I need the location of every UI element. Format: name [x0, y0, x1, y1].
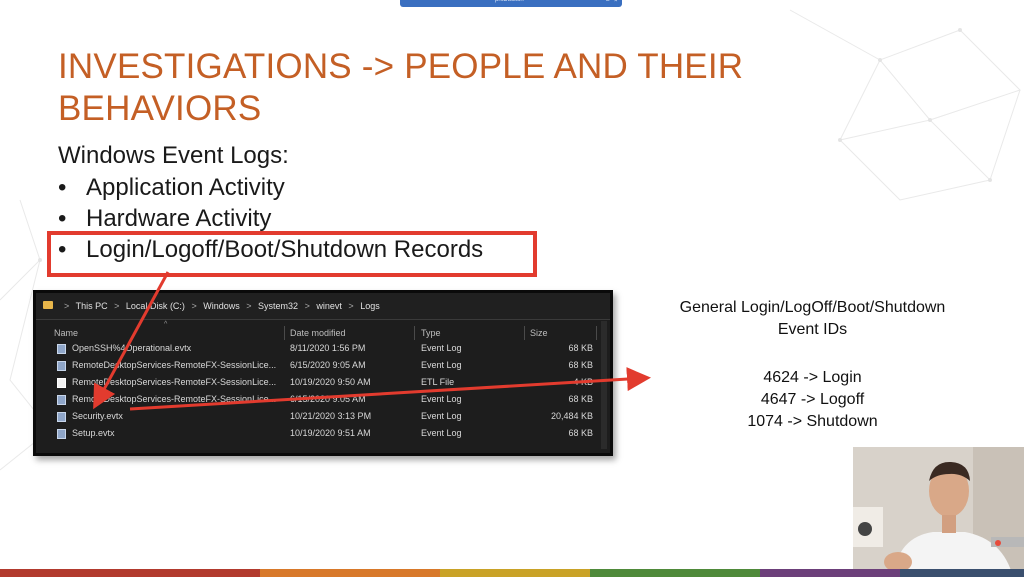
event-id-item: 4647 -> Logoff [760, 391, 865, 408]
evtx-file-icon [57, 395, 66, 405]
column-header-type[interactable]: Type [421, 328, 441, 338]
event-id-item: 4624 -> Login [763, 369, 862, 386]
etl-file-icon [57, 378, 66, 388]
address-bar[interactable]: > This PC > Local Disk (C:) > Windows > … [36, 293, 610, 320]
slide-title-line1: INVESTIGATIONS -> PEOPLE AND THEIR [58, 47, 744, 86]
evtx-file-icon [57, 429, 66, 439]
toolbar-title: prsDuction [495, 0, 524, 3]
minimize-icon[interactable]: – [606, 0, 612, 4]
evtx-file-icon [57, 361, 66, 371]
presenter-webcam [853, 447, 1024, 577]
presenter-image [853, 447, 1024, 577]
bottom-color-bar [0, 569, 1024, 577]
bullet-item: • Hardware Activity [58, 205, 272, 232]
column-header-name[interactable]: Name [54, 328, 78, 338]
breadcrumb-item[interactable]: Windows [203, 301, 240, 311]
presenter-toolbar: prsDuction – × [400, 0, 622, 7]
close-icon[interactable]: × [614, 0, 620, 4]
event-ids-heading: General Login/LogOff/Boot/Shutdown Event… [679, 299, 946, 338]
file-row[interactable]: RemoteDesktopServices-RemoteFX-SessionLi… [36, 375, 610, 391]
breadcrumb-item[interactable]: winevt [316, 301, 342, 311]
evtx-file-icon [57, 412, 66, 422]
file-row[interactable]: RemoteDesktopServices-RemoteFX-SessionLi… [36, 392, 610, 408]
file-row[interactable]: RemoteDesktopServices-RemoteFX-SessionLi… [36, 358, 610, 374]
slide-title-line2: BEHAVIORS [58, 89, 262, 128]
breadcrumb-item[interactable]: Logs [360, 301, 380, 311]
subheading: Windows Event Logs: [58, 142, 289, 169]
event-id-list: 4624 -> Login 4647 -> Logoff 1074 -> Shu… [650, 367, 975, 433]
file-row[interactable]: OpenSSH%4Operational.evtx 8/11/2020 1:56… [36, 341, 610, 357]
breadcrumb-item[interactable]: Local Disk (C:) [126, 301, 185, 311]
slide-title: INVESTIGATIONS -> PEOPLE AND THEIR BEHAV… [58, 46, 818, 130]
file-explorer-window: > This PC > Local Disk (C:) > Windows > … [33, 290, 613, 456]
breadcrumb-item[interactable]: System32 [258, 301, 298, 311]
folder-icon [43, 301, 53, 309]
breadcrumb: > This PC > Local Disk (C:) > Windows > … [64, 301, 380, 311]
sort-caret-icon: ^ [164, 321, 168, 328]
highlight-box [47, 231, 537, 277]
bullet-item: • Application Activity [58, 174, 285, 201]
file-row-security[interactable]: Security.evtx 10/21/2020 3:13 PM Event L… [36, 409, 610, 425]
file-row[interactable]: Setup.evtx 10/19/2020 9:51 AM Event Log … [36, 426, 610, 442]
evtx-file-icon [57, 344, 66, 354]
column-header-row: ^ Name Date modified Type Size [36, 321, 610, 340]
breadcrumb-item[interactable]: This PC [76, 301, 108, 311]
column-header-date[interactable]: Date modified [290, 328, 346, 338]
column-header-size[interactable]: Size [530, 328, 548, 338]
vertical-scrollbar[interactable] [601, 321, 607, 449]
event-id-item: 1074 -> Shutdown [747, 413, 878, 430]
